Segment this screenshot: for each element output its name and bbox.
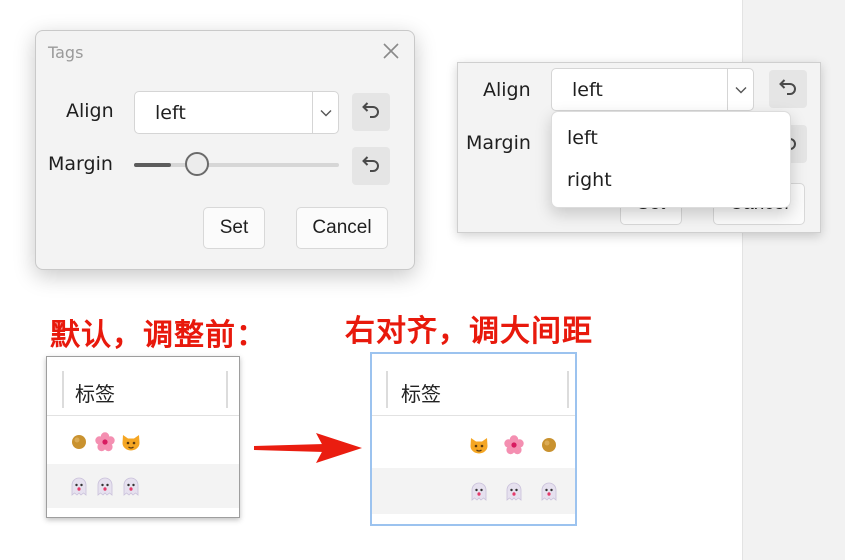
arrow-right-icon [254,433,362,463]
before-caption: 默认，调整前： [50,318,267,353]
align-select[interactable]: left [134,91,339,134]
column-separator [567,371,569,408]
close-icon[interactable] [379,39,403,63]
table-header: 标签 [372,364,575,416]
align-dropdown-menu: left right [551,111,791,208]
align-reset-button[interactable] [352,93,390,131]
chevron-down-icon[interactable] [312,92,338,133]
ghost-icon [502,479,526,503]
margin-label: Margin [48,153,113,175]
table-before: 标签 [46,356,240,518]
blossom-icon [93,430,117,454]
align-select[interactable]: left [551,68,754,111]
table-row[interactable] [47,420,239,464]
column-separator [62,371,64,408]
table-row[interactable] [372,468,575,514]
dropdown-option-right[interactable]: right [567,169,612,191]
margin-slider-thumb[interactable] [185,152,209,176]
column-separator [226,371,228,408]
margin-label: Margin [466,132,531,154]
column-separator [386,371,388,408]
cat-icon [467,433,491,457]
align-label: Align [483,79,531,101]
dot-icon [67,430,91,454]
table-header: 标签 [47,364,239,416]
cancel-button[interactable]: Cancel [296,207,388,249]
dot-icon [537,433,561,457]
align-label: Align [66,100,114,122]
dialog-title: Tags [48,43,84,62]
ghost-icon [67,474,91,498]
column-header-tags[interactable]: 标签 [401,378,441,407]
tags-dialog: Tags Align left Margin Set Cancel [35,30,415,270]
dropdown-option-left[interactable]: left [567,127,598,149]
align-reset-button[interactable] [769,70,807,108]
ghost-icon [467,479,491,503]
undo-icon [360,155,382,177]
margin-slider-fill [134,163,171,167]
set-button[interactable]: Set [203,207,265,249]
after-caption: 右对齐，调大间距 [345,314,593,349]
align-select-value: left [572,79,603,101]
column-header-tags[interactable]: 标签 [75,378,115,407]
ghost-icon [537,479,561,503]
table-row[interactable] [372,422,575,468]
undo-icon [777,78,799,100]
blossom-icon [502,433,526,457]
margin-reset-button[interactable] [352,147,390,185]
ghost-icon [119,474,143,498]
align-select-value: left [155,102,186,124]
table-row[interactable] [47,464,239,508]
margin-slider[interactable] [134,163,339,167]
undo-icon [360,101,382,123]
cat-icon [119,430,143,454]
chevron-down-icon[interactable] [727,69,753,110]
table-after: 标签 [370,352,577,526]
ghost-icon [93,474,117,498]
